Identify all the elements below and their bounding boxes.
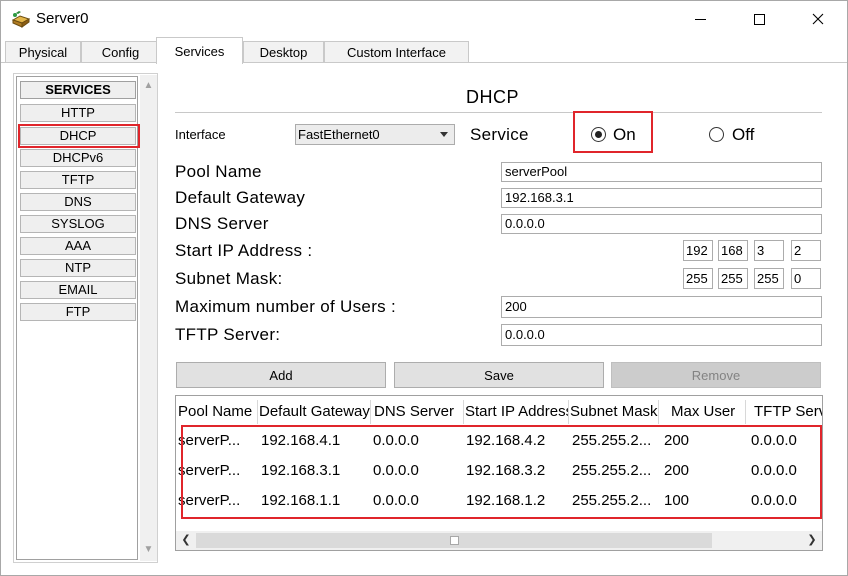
sidebar-item-http[interactable]: HTTP — [20, 104, 136, 122]
remove-button[interactable]: Remove — [611, 362, 821, 388]
start-ip-octet-4[interactable]: 2 — [791, 240, 821, 261]
subnet-octet-4[interactable]: 0 — [791, 268, 821, 289]
add-button[interactable]: Add — [176, 362, 386, 388]
column-header-tftp-server[interactable]: TFTP Server — [746, 400, 822, 424]
default-gateway-label: Default Gateway — [175, 188, 306, 207]
tftp-server-label: TFTP Server: — [175, 325, 281, 344]
scrollbar-thumb[interactable] — [196, 533, 712, 548]
sidebar-item-tftp[interactable]: TFTP — [20, 171, 136, 189]
service-off-radio[interactable] — [709, 127, 724, 142]
default-gateway-field[interactable]: 192.168.3.1 — [501, 188, 822, 208]
sidebar-item-aaa[interactable]: AAA — [20, 237, 136, 255]
column-header-start-ip[interactable]: Start IP Address — [464, 400, 569, 424]
minimize-button[interactable] — [677, 1, 723, 37]
pool-name-label: Pool Name — [175, 162, 262, 181]
sidebar-item-dhcpv6[interactable]: DHCPv6 — [20, 149, 136, 167]
heading-divider — [175, 112, 822, 113]
title-bar: Server0 — [1, 1, 847, 37]
tab-physical[interactable]: Physical — [5, 41, 81, 63]
subnet-mask-label: Subnet Mask: — [175, 269, 283, 288]
page-title: DHCP — [466, 87, 520, 107]
service-on-highlight — [573, 111, 653, 153]
services-list: SERVICES HTTP DHCP DHCPv6 TFTP DNS SYSLO… — [16, 76, 140, 560]
start-ip-octet-2[interactable]: 168 — [718, 240, 748, 261]
save-button[interactable]: Save — [394, 362, 604, 388]
sidebar-item-ftp[interactable]: FTP — [20, 303, 136, 321]
tab-desktop[interactable]: Desktop — [243, 41, 324, 63]
column-header-default-gateway[interactable]: Default Gateway — [258, 400, 371, 424]
max-users-label: Maximum number of Users : — [175, 297, 396, 316]
column-header-dns-server[interactable]: DNS Server — [371, 400, 464, 424]
interface-select[interactable]: FastEthernet0 — [295, 124, 455, 145]
start-ip-octet-1[interactable]: 192 — [683, 240, 713, 261]
close-button[interactable] — [795, 1, 841, 37]
scrollbar-grip-icon — [450, 536, 459, 545]
services-sidebar: SERVICES HTTP DHCP DHCPv6 TFTP DNS SYSLO… — [13, 73, 158, 563]
tab-custom-interface[interactable]: Custom Interface — [324, 41, 469, 63]
column-header-max-user[interactable]: Max User — [659, 400, 746, 424]
scroll-up-icon[interactable]: ▲ — [140, 77, 157, 94]
scroll-down-icon[interactable]: ▼ — [140, 541, 157, 558]
sidebar-item-syslog[interactable]: SYSLOG — [20, 215, 136, 233]
tftp-server-field[interactable]: 0.0.0.0 — [501, 324, 822, 346]
chevron-down-icon — [440, 132, 448, 137]
interface-select-value: FastEthernet0 — [298, 127, 380, 142]
service-off-label[interactable]: Off — [732, 125, 754, 145]
sidebar-item-ntp[interactable]: NTP — [20, 259, 136, 277]
tab-services[interactable]: Services — [156, 37, 243, 64]
minimize-icon — [694, 18, 706, 20]
window-title: Server0 — [36, 10, 89, 27]
tab-config[interactable]: Config — [81, 41, 160, 63]
sidebar-scrollbar[interactable]: ▲ ▼ — [140, 75, 157, 561]
tab-strip: Physical Config Services Desktop Custom … — [1, 37, 847, 64]
dns-server-label: DNS Server — [175, 214, 269, 233]
max-users-field[interactable]: 200 — [501, 296, 822, 318]
dhcp-panel: DHCP Interface FastEthernet0 Service On … — [161, 63, 847, 575]
table-header: Pool Name Default Gateway DNS Server Sta… — [176, 396, 822, 425]
scroll-left-icon[interactable]: ❮ — [178, 532, 194, 549]
subnet-octet-1[interactable]: 255 — [683, 268, 713, 289]
maximize-icon — [753, 13, 765, 25]
subnet-octet-2[interactable]: 255 — [718, 268, 748, 289]
table-horizontal-scrollbar[interactable]: ❮ ❯ — [176, 531, 822, 550]
service-label: Service — [470, 125, 529, 144]
dns-server-field[interactable]: 0.0.0.0 — [501, 214, 822, 234]
start-ip-octet-3[interactable]: 3 — [754, 240, 784, 261]
dhcp-selection-highlight — [18, 124, 140, 148]
pool-name-field[interactable]: serverPool — [501, 162, 822, 182]
server-app-icon — [11, 10, 31, 28]
scroll-right-icon[interactable]: ❯ — [804, 532, 820, 549]
services-header: SERVICES — [20, 81, 136, 99]
interface-label: Interface — [175, 127, 226, 142]
sidebar-item-email[interactable]: EMAIL — [20, 281, 136, 299]
sidebar-item-dns[interactable]: DNS — [20, 193, 136, 211]
close-icon — [812, 13, 824, 25]
subnet-octet-3[interactable]: 255 — [754, 268, 784, 289]
maximize-button[interactable] — [736, 1, 782, 37]
column-header-pool-name[interactable]: Pool Name — [177, 400, 258, 424]
column-header-subnet-mask[interactable]: Subnet Mask — [569, 400, 659, 424]
table-rows-highlight — [181, 425, 822, 519]
start-ip-label: Start IP Address : — [175, 241, 313, 260]
server-window: Server0 Physical Config Services Desktop… — [0, 0, 848, 576]
